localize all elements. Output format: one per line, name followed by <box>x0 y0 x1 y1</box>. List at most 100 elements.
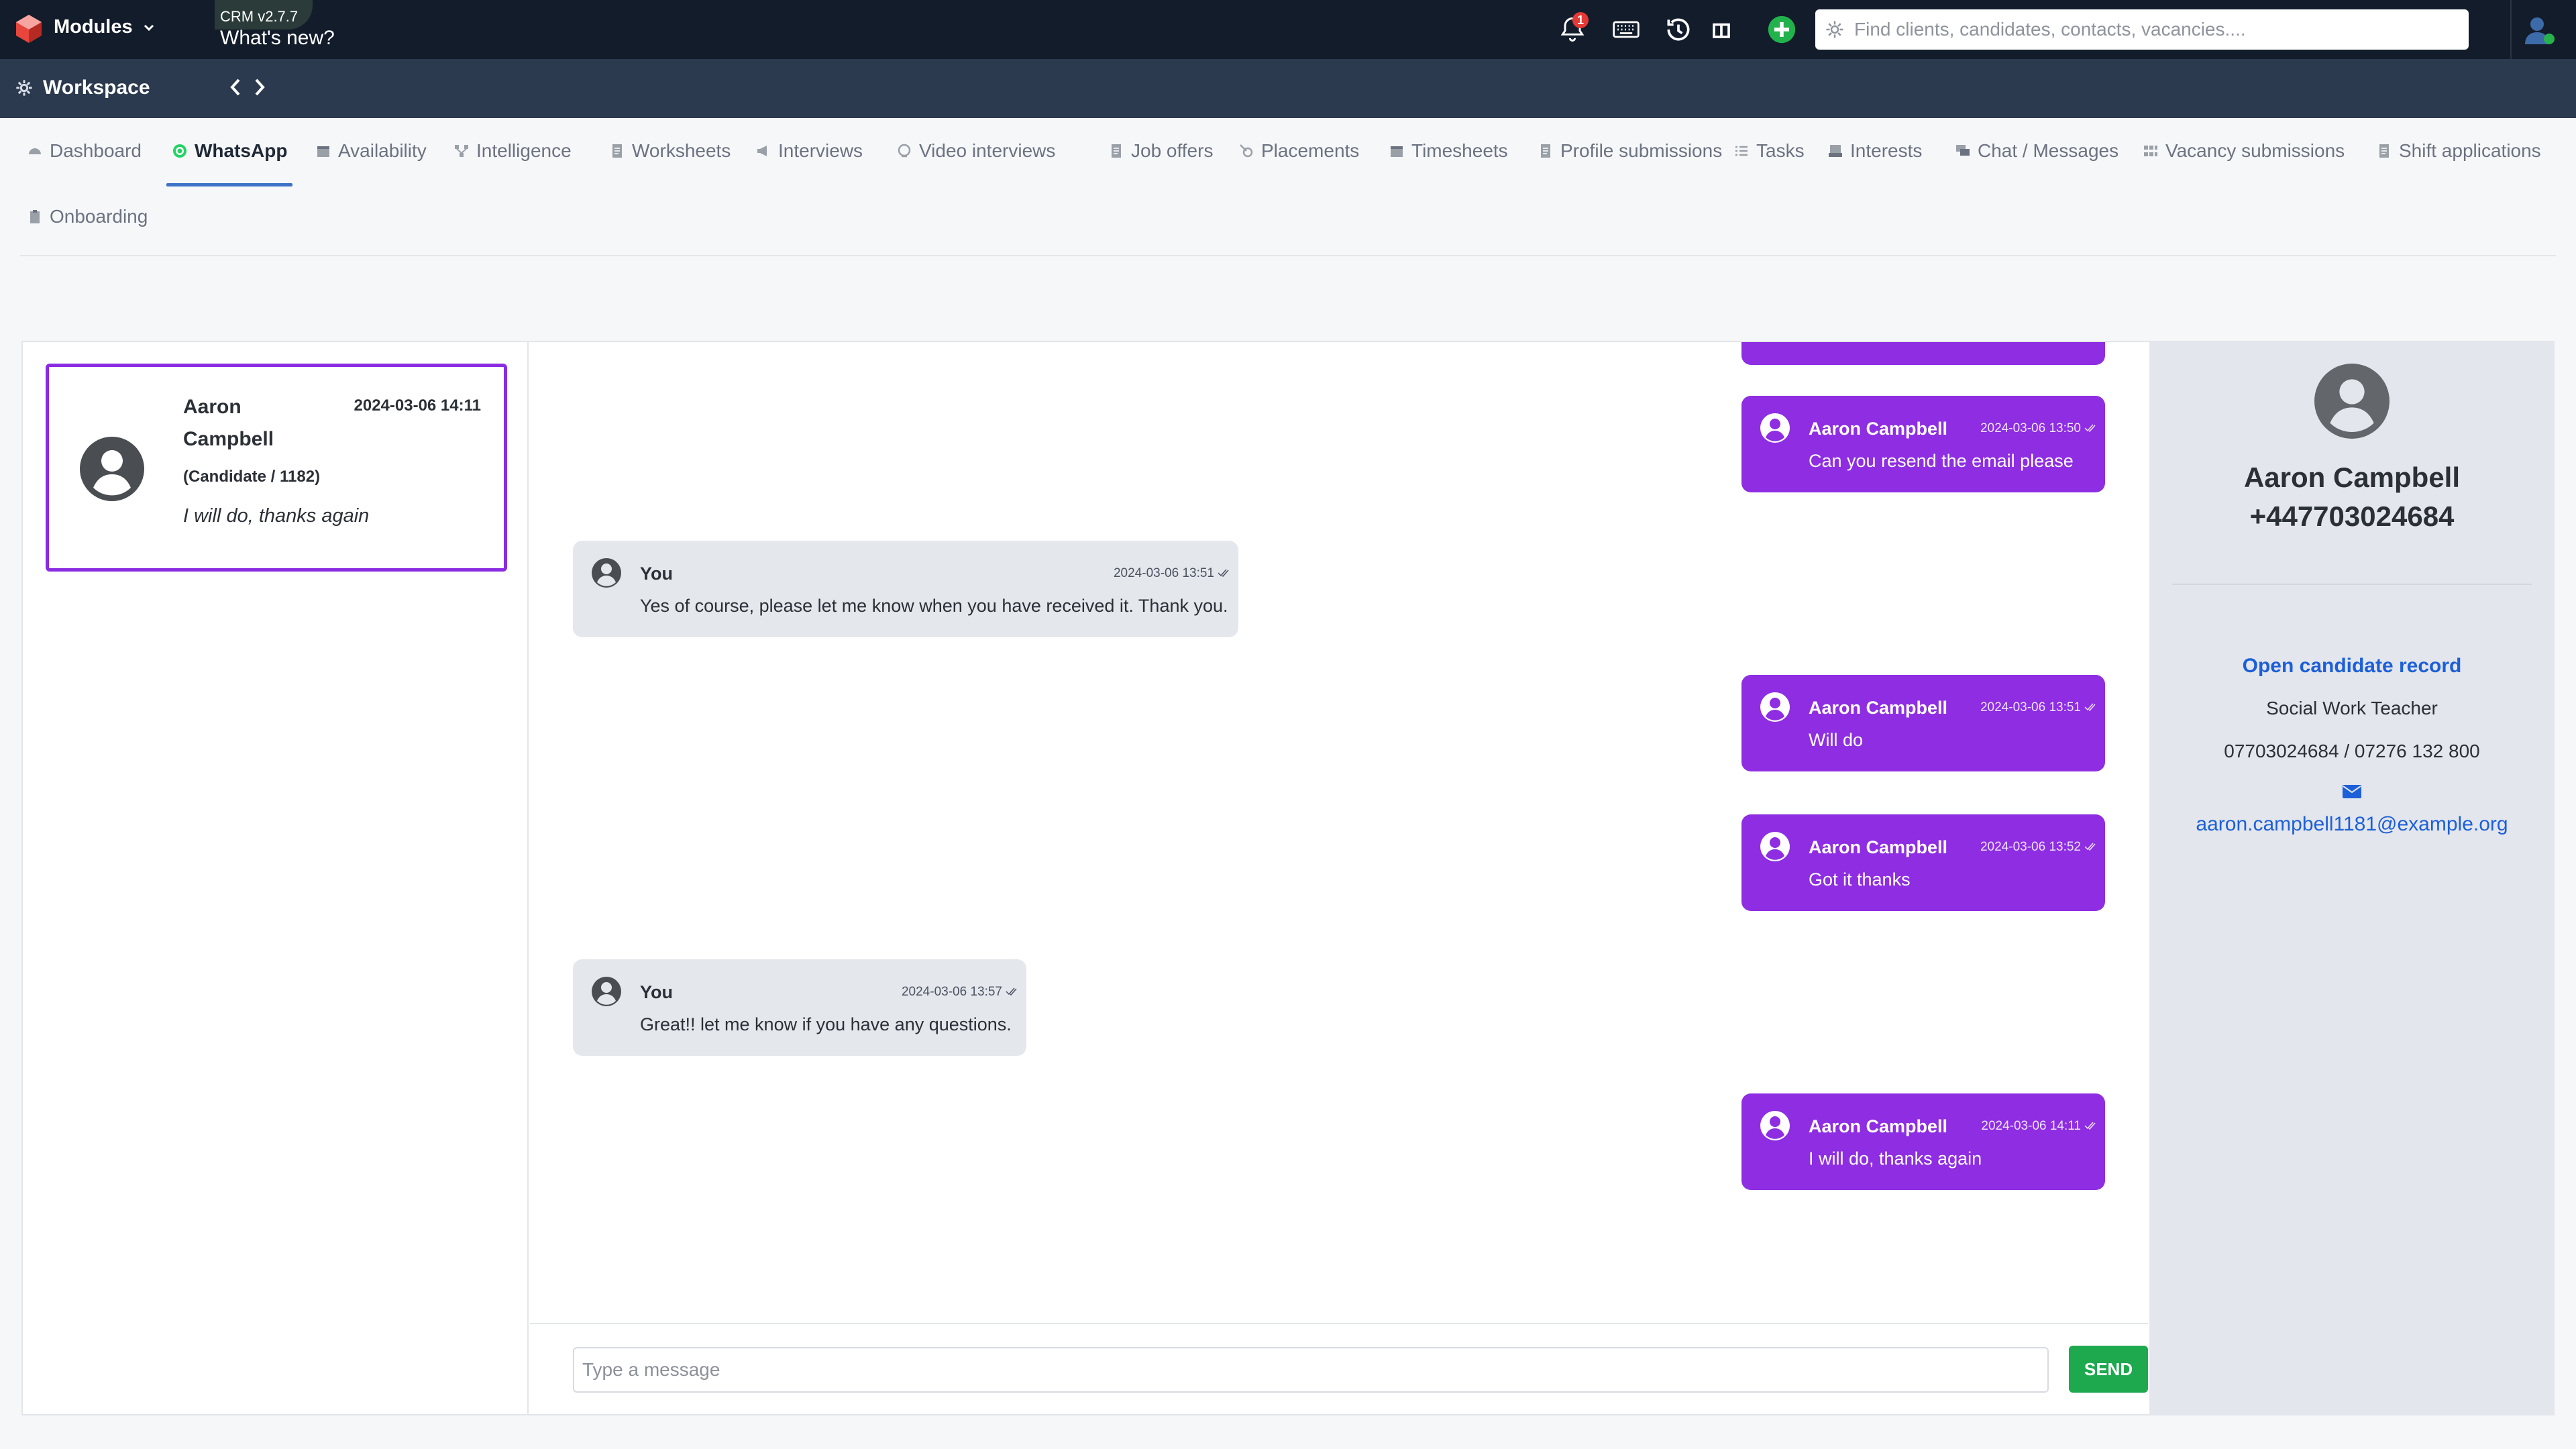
tab-label: Job offers <box>1131 140 1214 161</box>
message-bubble: Aaron Campbell 2024-03-06 13:50 Can you … <box>1741 396 2105 492</box>
tab-intelligence[interactable]: Intelligence <box>453 118 572 184</box>
tab-label: Onboarding <box>50 206 148 227</box>
tab-label: Tasks <box>1756 140 1805 161</box>
message-sender: You <box>640 982 673 1002</box>
document-icon <box>1541 144 1550 158</box>
conversation-item[interactable]: Aaron Campbell 2024-03-06 14:11 (Candida… <box>46 364 507 572</box>
tab-label: Chat / Messages <box>1978 140 2119 161</box>
modules-menu[interactable]: Modules <box>54 16 156 38</box>
message-bubble: Aaron Campbell 2024-03-06 14:11 I will d… <box>1741 1093 2105 1190</box>
tab-worksheets[interactable]: Worksheets <box>609 118 731 184</box>
avatar-icon <box>592 977 621 1006</box>
dashboard-icon <box>29 148 41 154</box>
tab-placements[interactable]: Placements <box>1238 118 1359 184</box>
avatar-icon <box>1760 1111 1790 1140</box>
message-bubble-partial <box>1741 342 2105 365</box>
tab-label: Interests <box>1850 140 1923 161</box>
calendar-icon <box>1713 23 1730 38</box>
tab-label: Placements <box>1261 140 1360 161</box>
tab-tasks[interactable]: Tasks <box>1733 118 1805 184</box>
conversation-preview: I will do, thanks again <box>183 505 370 527</box>
chat-icon <box>1956 145 1970 156</box>
message-time: 2024-03-06 13:50 <box>1980 421 2081 435</box>
avatar-icon <box>2314 364 2390 439</box>
tab-label: Profile submissions <box>1560 140 1723 161</box>
contact-job-title: Social Work Teacher <box>2266 698 2438 718</box>
tab-label: Dashboard <box>50 140 142 161</box>
back-button[interactable] <box>225 74 246 101</box>
user-menu-icon[interactable] <box>2521 12 2559 50</box>
tab-interviews[interactable]: Interviews <box>755 118 863 184</box>
double-check-icon <box>1006 987 1017 996</box>
search-input[interactable] <box>1854 19 2458 40</box>
video-icon <box>898 144 911 158</box>
message-input[interactable] <box>573 1347 2049 1393</box>
history-button[interactable] <box>1661 12 1696 47</box>
tab-video-interviews[interactable]: Video interviews <box>896 118 1055 184</box>
tab-timesheets[interactable]: Timesheets <box>1389 118 1508 184</box>
message-sender: Aaron Campbell <box>1809 837 1948 857</box>
calendar-icon <box>317 146 329 157</box>
tab-availability[interactable]: Availability <box>315 118 427 184</box>
tab-label: WhatsApp <box>195 140 288 161</box>
workspace-label: Workspace <box>43 76 150 99</box>
message-time: 2024-03-06 13:57 <box>901 985 1002 999</box>
message-text: I will do, thanks again <box>1809 1148 1982 1169</box>
workspace-title: Workspace <box>15 76 150 99</box>
avatar-icon <box>1760 413 1790 443</box>
workspace-tabs: Dashboard WhatsApp Availability Intellig… <box>20 118 2556 256</box>
document-icon <box>612 144 622 158</box>
tab-shift-applications[interactable]: Shift applications <box>2376 118 2541 184</box>
app-logo[interactable] <box>15 13 43 44</box>
network-icon <box>455 145 468 157</box>
tab-label: Intelligence <box>476 140 572 161</box>
message-time: 2024-03-06 13:51 <box>1980 700 2081 714</box>
whatsapp-panel: Aaron Campbell 2024-03-06 14:11 (Candida… <box>21 341 2555 1415</box>
tab-profile-submissions[interactable]: Profile submissions <box>1538 118 1722 184</box>
double-check-icon <box>2084 1122 2096 1130</box>
avatar-icon <box>80 437 144 501</box>
tab-vacancy-submissions[interactable]: Vacancy submissions <box>2143 118 2345 184</box>
message-bubble: You 2024-03-06 13:51 Yes of course, plea… <box>573 541 1238 637</box>
tab-dashboard[interactable]: Dashboard <box>27 118 142 184</box>
megaphone-icon <box>757 146 767 156</box>
version-label: CRM v2.7.7 <box>220 8 299 25</box>
history-icon <box>1667 18 1690 41</box>
message-bubble: Aaron Campbell 2024-03-06 13:51 Will do <box>1741 675 2105 771</box>
envelope-icon[interactable] <box>2341 784 2363 800</box>
document-icon <box>2379 144 2389 158</box>
avatar-icon <box>592 558 621 588</box>
conversation-ref: (Candidate / 1182) <box>183 468 321 486</box>
contact-email-link[interactable]: aaron.campbell1181@example.org <box>2149 813 2555 836</box>
message-list[interactable]: Aaron Campbell 2024-03-06 13:50 Can you … <box>530 342 2148 1323</box>
contact-details: Aaron Campbell +447703024684 Open candid… <box>2149 342 2555 1414</box>
conversation-list: Aaron Campbell 2024-03-06 14:11 (Candida… <box>23 342 529 1414</box>
notifications-button[interactable]: 1 <box>1555 12 1590 47</box>
calendar-icon <box>1391 146 1403 157</box>
notification-badge: 1 <box>1572 12 1589 28</box>
chat-window: Aaron Campbell 2024-03-06 13:50 Can you … <box>530 342 2148 1414</box>
keyboard-button[interactable] <box>1609 12 1644 47</box>
contact-phone-numbers: 07703024684 / 07276 132 800 <box>2224 741 2480 761</box>
message-sender: Aaron Campbell <box>1809 419 1948 439</box>
whats-new-link[interactable]: What's new? <box>220 27 335 50</box>
message-bubble: Aaron Campbell 2024-03-06 13:52 Got it t… <box>1741 814 2105 911</box>
workspace-bar: Workspace <box>0 59 2576 118</box>
tab-whatsapp[interactable]: WhatsApp <box>166 118 293 186</box>
open-candidate-record-link[interactable]: Open candidate record <box>2149 655 2555 678</box>
workspace-nav <box>225 74 270 101</box>
tab-interests[interactable]: Interests <box>1827 118 1922 184</box>
tab-label: Availability <box>338 140 427 161</box>
gear-icon <box>1826 21 1843 38</box>
message-time: 2024-03-06 13:52 <box>1980 840 2081 854</box>
send-button[interactable]: SEND <box>2069 1346 2148 1393</box>
global-search[interactable] <box>1815 9 2469 50</box>
double-check-icon <box>2084 424 2096 433</box>
forward-button[interactable] <box>250 74 270 101</box>
tab-onboarding[interactable]: Onboarding <box>27 184 148 250</box>
calendar-button[interactable] <box>1704 12 1739 47</box>
tab-job-offers[interactable]: Job offers <box>1108 118 1213 184</box>
add-new-button[interactable] <box>1764 12 1799 47</box>
tab-chat-messages[interactable]: Chat / Messages <box>1955 118 2118 184</box>
keyboard-icon <box>1613 21 1640 38</box>
